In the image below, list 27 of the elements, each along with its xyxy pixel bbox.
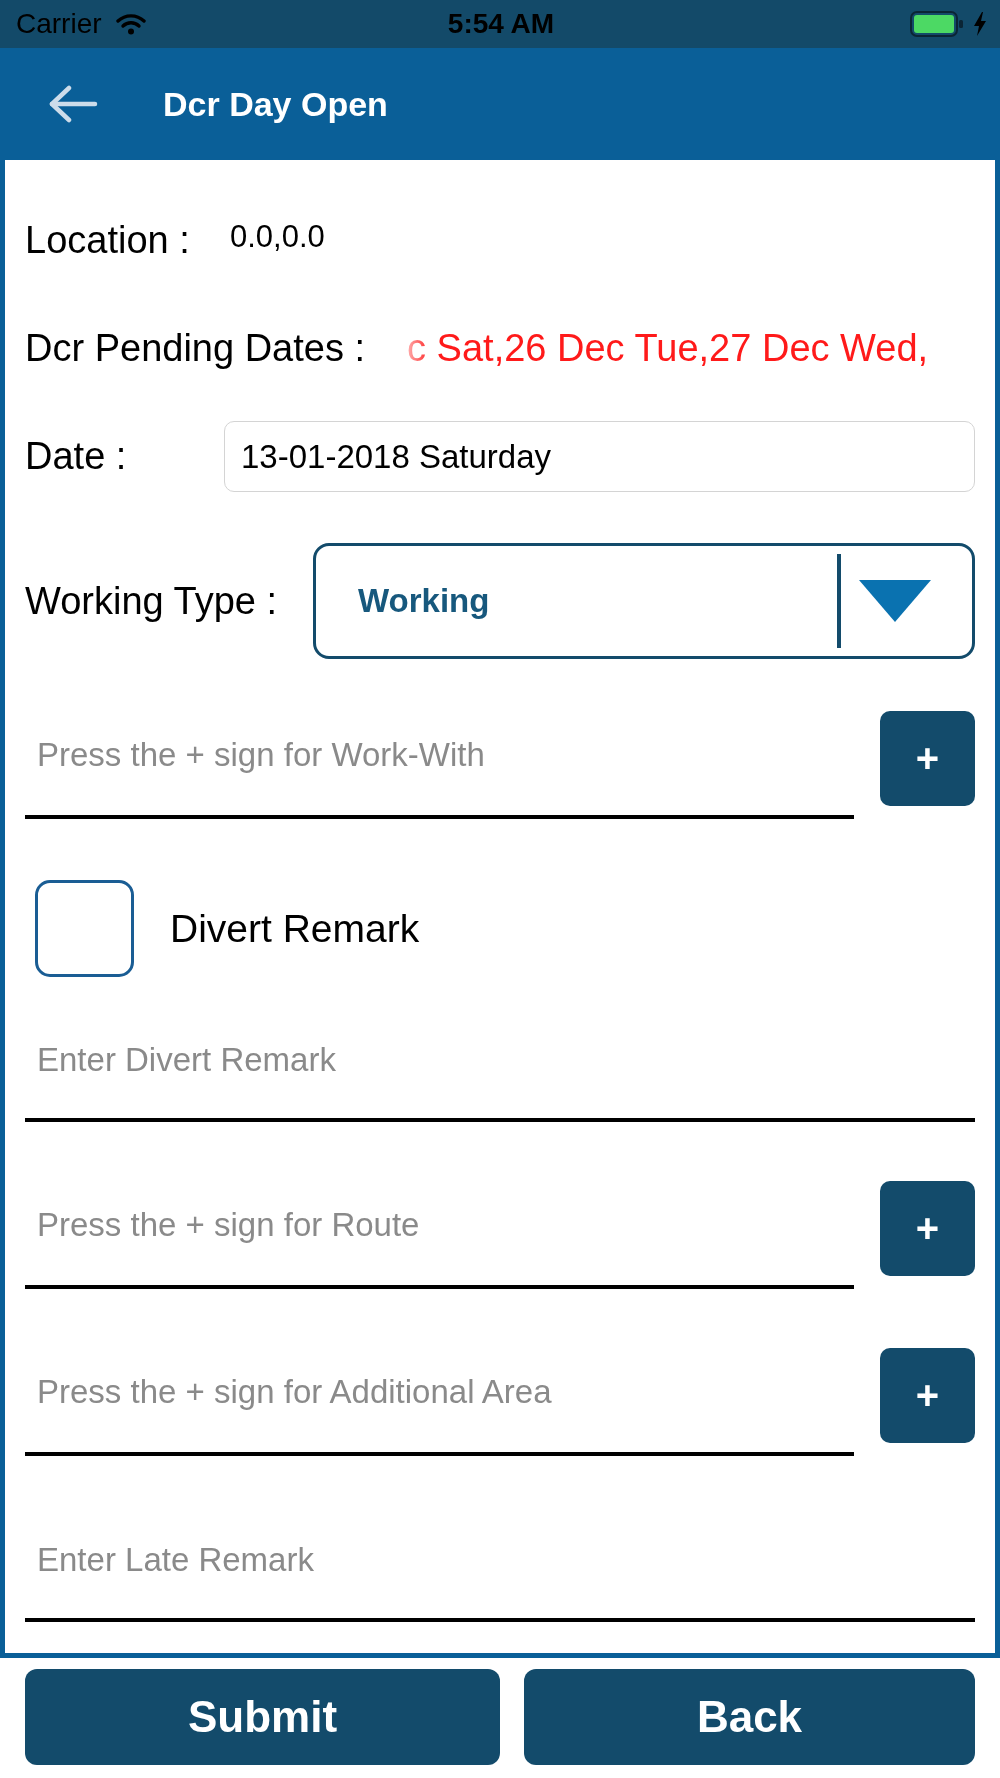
input-field[interactable]: Enter Late Remark: [25, 1516, 975, 1622]
add-button[interactable]: +: [880, 1181, 975, 1276]
clock-time: 5:54 AM: [447, 8, 555, 40]
location-label: Location :: [25, 218, 191, 262]
battery-icon: [910, 11, 964, 37]
input-field[interactable]: Press the + sign for Route: [25, 1181, 854, 1289]
carrier-name: Carrier: [16, 8, 102, 40]
checkbox[interactable]: [35, 880, 134, 977]
working-type-dropdown[interactable]: Working: [313, 543, 975, 659]
input-field[interactable]: Press the + sign for Additional Area: [25, 1348, 854, 1456]
pending-dates-label: Dcr Pending Dates :: [25, 326, 366, 370]
pending-dates-value: c Sat,26 Dec Tue,27 Dec Wed,: [407, 326, 929, 370]
charging-bolt-icon: [974, 12, 986, 36]
date-label: Date :: [25, 435, 128, 478]
working-type-label: Working Type :: [25, 579, 279, 623]
submit-button[interactable]: Submit: [25, 1669, 500, 1765]
add-button[interactable]: +: [880, 1348, 975, 1443]
back-button[interactable]: Back: [524, 1669, 975, 1765]
date-field[interactable]: 13-01-2018 Saturday: [224, 421, 975, 492]
location-value: 0.0,0.0: [230, 219, 325, 255]
add-button[interactable]: +: [880, 711, 975, 806]
wifi-icon: [115, 13, 146, 35]
screen-title: Dcr Day Open: [163, 84, 388, 124]
input-field[interactable]: Press the + sign for Work-With: [25, 711, 854, 819]
input-field[interactable]: Enter Divert Remark: [25, 1016, 975, 1122]
checkbox-label: Divert Remark: [170, 906, 420, 951]
caret-down-icon: [859, 580, 931, 622]
